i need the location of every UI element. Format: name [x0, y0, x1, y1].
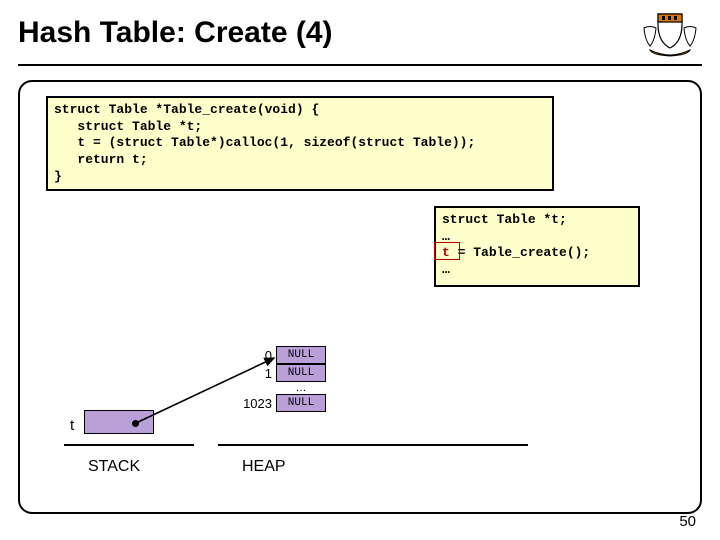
heap-row: 1023 NULL [236, 394, 346, 412]
code-box-caller: struct Table *t; … t = Table_create(); … [434, 206, 640, 287]
page-number: 50 [679, 513, 696, 530]
heap-index: 0 [236, 348, 276, 363]
heap-row: 1 NULL [236, 364, 346, 382]
caller-line-4: … [442, 262, 450, 277]
heap-cell: NULL [276, 346, 326, 364]
heap-label: HEAP [242, 458, 286, 476]
princeton-crest-icon [638, 8, 702, 58]
caller-line-1: struct Table *t; [442, 212, 567, 227]
heap-ellipsis: … [276, 382, 326, 394]
title-divider [18, 64, 702, 66]
heap-array: 0 NULL 1 NULL … 1023 NULL [236, 346, 346, 412]
heap-divider [218, 444, 528, 446]
pointer-origin-dot [132, 420, 139, 427]
heap-index: 1 [236, 366, 276, 381]
heap-cell: NULL [276, 364, 326, 382]
stack-label: STACK [88, 458, 140, 476]
heap-row: 0 NULL [236, 346, 346, 364]
heap-cell: NULL [276, 394, 326, 412]
caller-t-highlight-box [434, 242, 460, 260]
stack-var-box [84, 410, 154, 434]
heap-index: 1023 [236, 396, 276, 411]
slide-title: Hash Table: Create (4) [18, 16, 333, 50]
stack-var-label: t [70, 417, 74, 434]
caller-line-3-rest: = Table_create(); [450, 245, 590, 260]
memory-diagram: t STACK 0 NULL 1 NULL … 1023 [70, 350, 470, 500]
code-box-function: struct Table *Table_create(void) { struc… [46, 96, 554, 191]
stack-divider [64, 444, 194, 446]
